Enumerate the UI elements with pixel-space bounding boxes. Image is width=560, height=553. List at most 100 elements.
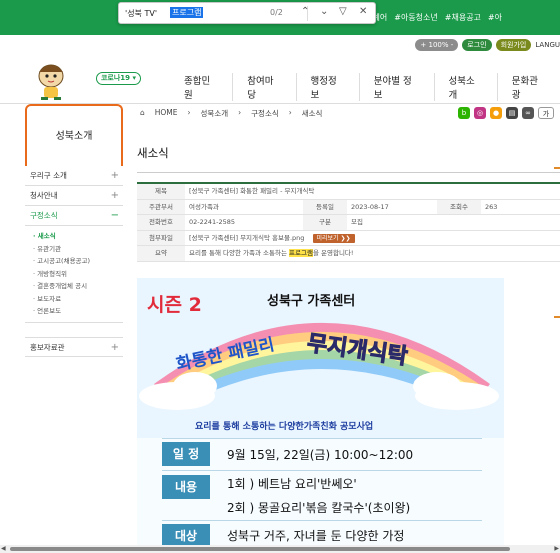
breadcrumb-sep: › (288, 108, 292, 117)
find-in-page-bar: '성북 TV' 프로그램 0/2 ⌃ ⌄ ▽ ✕ (118, 2, 376, 24)
submenu-item[interactable]: 언론보도 (33, 305, 123, 318)
language-button[interactable]: LANGU (535, 41, 560, 49)
date-value: 2023-08-17 (351, 202, 389, 211)
sidebar-submenu: 새소식 유관기관 고시공고(채용공고) 개방형직위 결혼중개업체 공시 보도자료… (25, 226, 123, 323)
join-button[interactable]: 회원가입 (495, 39, 532, 51)
submenu-item[interactable]: 결혼중개업체 공시 (33, 280, 123, 293)
sidebar-item-active[interactable]: 구정소식 − (25, 206, 123, 226)
table-row: 전화번호 02-2241-2585 구분 모집 (137, 215, 560, 231)
search-highlight: 프로그램 (289, 249, 313, 257)
content-line-2: 2회 ) 몽골요리'볶음 칼국수'(초이왕) (227, 501, 411, 515)
table-header: 제목 (137, 184, 185, 199)
menu-item[interactable]: 종합민원 (170, 73, 234, 101)
menu-item[interactable]: 분야별 정보 (360, 73, 435, 101)
scroll-right-icon[interactable]: ▶ (554, 545, 559, 552)
font-size-icon[interactable]: 가 (538, 107, 554, 119)
dept-value: 여성가족과 (189, 202, 219, 211)
sidebar: 성북소개 우리구 소개 + 청사안내 + 구정소식 − 새소식 유관기관 고시공고(채… (25, 104, 123, 357)
table-row: 주관부서 여성가족과 등록일 2023-08-17 조회수 263 (137, 199, 560, 215)
minus-icon: − (110, 210, 119, 221)
chevron-down-icon[interactable]: ⌄ (320, 6, 328, 17)
plus-icon: + (110, 170, 119, 181)
table-header: 첨부파일 (137, 230, 185, 245)
poster-image: 시즌 2 성북구 가족센터 화통한 패밀리 무지개식탁 요리를 통해 소통하는 … (137, 278, 504, 553)
breadcrumb-item[interactable]: HOME (155, 108, 178, 119)
sidebar-item[interactable]: 홍보자료관 + (25, 336, 123, 357)
table-header: 전화번호 (137, 215, 185, 230)
zoom-control[interactable]: + 100% - (415, 39, 459, 51)
submenu-item[interactable]: 고시공고(채용공고) (33, 255, 123, 268)
find-input[interactable]: 프로그램 (170, 7, 204, 18)
divider (162, 470, 482, 471)
sidebar-item-label: 우리구 소개 (30, 171, 67, 180)
preview-button[interactable]: 미리보기 ❯❯ (312, 233, 355, 243)
summary-text: 요리를 통해 다양한 가족과 소통하는 (189, 249, 290, 257)
scroll-left-icon[interactable]: ◀ (1, 545, 6, 552)
divider (137, 172, 560, 173)
find-count: 0/2 (270, 8, 283, 17)
table-row: 제목 [성북구 가족센터] 화통한 패밀리 - 무지개식탁 (137, 184, 560, 200)
mascot-logo[interactable] (32, 60, 70, 102)
attachment-cell: [성북구 가족센터] 무지개식탁 홍보물.png 미리보기 ❯❯ (185, 231, 560, 246)
table-header: 요약 (137, 246, 185, 261)
corona19-button[interactable]: 코로나19 ▾ (96, 72, 141, 85)
breadcrumb-item[interactable]: 구정소식 (251, 108, 279, 119)
submenu-item[interactable]: 보도자료 (33, 293, 123, 306)
breadcrumb-item[interactable]: 새소식 (302, 108, 323, 119)
blog-icon[interactable]: b (458, 107, 470, 119)
season-title: 시즌 2 (147, 294, 202, 316)
table-row: 첨부파일 [성북구 가족센터] 무지개식탁 홍보물.png 미리보기 ❯❯ (137, 230, 560, 246)
phone-value: 02-2241-2585 (189, 218, 236, 226)
horizontal-scrollbar[interactable]: ◀ ▶ (0, 545, 560, 553)
print-icon[interactable]: ▤ (506, 107, 518, 119)
table-header: 조회수 (437, 199, 481, 214)
schedule-value: 9월 15일, 22일(금) 10:00~12:00 (227, 448, 414, 462)
submenu-item[interactable]: 유관기관 (33, 243, 123, 256)
hashtag-link[interactable]: #아 (488, 12, 502, 23)
menu-item[interactable]: 참여마당 (233, 73, 297, 101)
organizer-name: 성북구 가족센터 (267, 294, 356, 309)
login-button[interactable]: 로그인 (462, 39, 492, 51)
hashtag-link[interactable]: #아동청소년 (394, 12, 438, 23)
divider (162, 438, 482, 439)
table-header: 주관부서 (137, 199, 185, 214)
attachment-link[interactable]: [성북구 가족센터] 무지개식탁 홍보물.png (189, 234, 304, 242)
menu-item[interactable]: 행정정보 (297, 73, 360, 101)
content-line-1: 1회 ) 베트남 요리'반쎄오' (227, 477, 357, 491)
table-header: 등록일 (303, 199, 347, 214)
menu-item[interactable]: 성북소개 (435, 73, 498, 101)
home-icon[interactable]: ⌂ (140, 108, 145, 119)
submenu-item[interactable]: 개방형직위 (33, 268, 123, 281)
kakao-icon[interactable]: ● (490, 107, 502, 119)
hashtag-link[interactable]: #채용공고 (445, 12, 481, 23)
table-row: 요약 요리를 통해 다양한 가족과 소통하는 프로그램을 운영합니다! (137, 246, 560, 262)
scroll-marker (554, 316, 560, 318)
main-navigation: 코로나19 ▾ 종합민원 참여마당 행정정보 분야별 정보 성북소개 문화관광 (0, 56, 560, 104)
find-history-text: '성북 TV' (125, 9, 158, 18)
divider (162, 520, 482, 521)
sidebar-item-label: 청사안내 (30, 191, 58, 200)
submenu-item[interactable]: 새소식 (33, 230, 123, 243)
sidebar-item[interactable]: 우리구 소개 + (25, 166, 123, 186)
target-value: 성북구 거주, 자녀를 둔 다양한 가정 (227, 529, 405, 543)
top-controls: + 100% - 로그인 회원가입 LANGU (415, 39, 560, 51)
menu-item[interactable]: 문화관광 (498, 73, 560, 101)
chevron-up-icon[interactable]: ⌃ (301, 6, 309, 17)
link-icon[interactable]: ∞ (522, 107, 534, 119)
sidebar-item[interactable]: 청사안내 + (25, 186, 123, 206)
breadcrumb-item[interactable]: 성북소개 (201, 108, 229, 119)
close-icon[interactable]: ✕ (359, 6, 367, 17)
hashtag-links: 예어 #아동청소년 #채용공고 #아 (373, 12, 502, 23)
sidebar-item-label: 구정소식 (30, 211, 58, 220)
preview-label: 미리보기 (316, 234, 339, 242)
share-tools: b ◎ ● ▤ ∞ 가 (458, 107, 554, 119)
plus-icon: + (110, 341, 119, 353)
sidebar-title: 성북소개 (25, 104, 123, 166)
content-label: 내용 (162, 475, 210, 499)
scrollbar-thumb[interactable] (10, 547, 510, 551)
poster-slogan: 요리를 통해 소통하는 다양한가족친화 공모사업 (195, 422, 374, 432)
filter-icon[interactable]: ▽ (339, 6, 347, 17)
instagram-icon[interactable]: ◎ (474, 107, 486, 119)
views-value: 263 (485, 202, 498, 211)
page-title: 새소식 (137, 146, 169, 160)
